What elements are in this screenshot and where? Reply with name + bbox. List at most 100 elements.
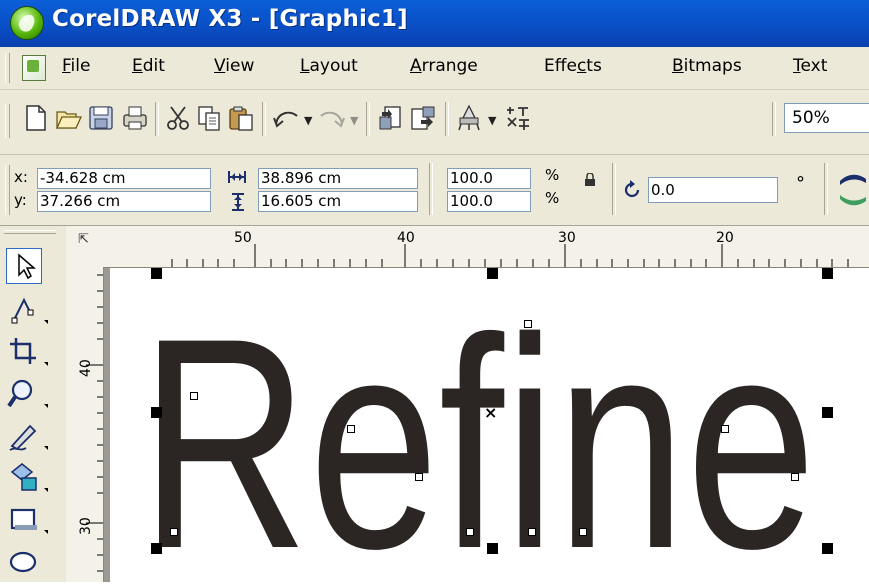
- menu-layout[interactable]: Layout: [300, 56, 358, 76]
- paste-icon[interactable]: [227, 104, 255, 132]
- menu-edit[interactable]: Edit: [132, 56, 165, 76]
- vertical-ruler[interactable]: 40 30: [66, 267, 104, 582]
- flyout-arrow-icon[interactable]: [44, 404, 48, 408]
- character-node[interactable]: [415, 473, 423, 481]
- import-icon[interactable]: [376, 104, 404, 132]
- shape-tool-icon[interactable]: [6, 292, 42, 328]
- flyout-arrow-icon[interactable]: [44, 320, 48, 324]
- smart-fill-tool-icon[interactable]: [6, 460, 42, 496]
- redo-icon[interactable]: [318, 104, 346, 132]
- flyout-arrow-icon[interactable]: [44, 488, 48, 492]
- print-icon[interactable]: [121, 104, 149, 132]
- height-field[interactable]: 16.605 cm: [258, 191, 418, 212]
- degree-symbol: °: [796, 173, 805, 194]
- scale-y-percent: %: [545, 189, 560, 207]
- window-title: CorelDRAW X3 - [Graphic1]: [52, 6, 408, 32]
- redo-dropdown-icon[interactable]: ▼: [350, 114, 358, 127]
- scale-x-field[interactable]: 100.0: [447, 168, 531, 189]
- zoom-level-select[interactable]: 50%: [784, 103, 869, 133]
- property-bar: x: -34.628 cm y: 37.266 cm 38.896 cm 16.…: [0, 155, 869, 226]
- menu-arrange[interactable]: Arrange: [410, 56, 478, 76]
- character-node[interactable]: [524, 320, 532, 328]
- menu-effects[interactable]: Effects: [544, 56, 602, 76]
- crop-tool-icon[interactable]: [6, 334, 42, 370]
- ruler-origin-icon[interactable]: ⇱: [78, 232, 89, 247]
- x-position-field[interactable]: -34.628 cm: [37, 168, 211, 189]
- new-icon[interactable]: [22, 104, 50, 132]
- character-node[interactable]: [466, 528, 474, 536]
- workspace: ⇱ 50 40 30 20 40 30 Refine ×: [0, 226, 869, 582]
- character-node[interactable]: [791, 473, 799, 481]
- rotation-icon: [621, 179, 643, 201]
- y-position-field[interactable]: 37.266 cm: [37, 191, 211, 212]
- scale-x-percent: %: [545, 166, 560, 184]
- propbar-grip[interactable]: [5, 165, 10, 215]
- launcher-dropdown-icon[interactable]: ▼: [488, 114, 496, 127]
- menu-file[interactable]: File: [62, 56, 90, 76]
- welcome-screen-icon[interactable]: [504, 104, 532, 132]
- character-node[interactable]: [528, 528, 536, 536]
- ruler-label: 40: [397, 230, 415, 246]
- selection-handle-top-left[interactable]: [151, 268, 162, 279]
- ruler-label: 30: [78, 517, 94, 535]
- toolbar-separator: [772, 102, 776, 136]
- selection-handle-bottom[interactable]: [487, 543, 498, 554]
- menu-view[interactable]: View: [214, 56, 254, 76]
- copy-icon[interactable]: [195, 104, 223, 132]
- character-node[interactable]: [190, 392, 198, 400]
- toolbox-grip[interactable]: [4, 230, 56, 234]
- propbar-separator: [612, 163, 616, 215]
- standard-toolbar: ▼ ▼ ▼ 50%: [0, 90, 869, 155]
- coreldraw-logo-icon[interactable]: [10, 6, 44, 40]
- rectangle-tool-icon[interactable]: [6, 502, 42, 538]
- rotation-angle-field[interactable]: 0.0: [648, 177, 778, 203]
- export-icon[interactable]: [409, 104, 437, 132]
- ellipse-tool-icon[interactable]: [6, 544, 42, 580]
- character-node[interactable]: [579, 528, 587, 536]
- flyout-arrow-icon[interactable]: [44, 530, 48, 534]
- flyout-arrow-icon[interactable]: [44, 362, 48, 366]
- toolbar-separator: [262, 102, 266, 136]
- character-node[interactable]: [170, 528, 178, 536]
- selection-handle-left[interactable]: [151, 407, 162, 418]
- toolbar-separator: [155, 102, 159, 136]
- drawing-canvas[interactable]: Refine ×: [104, 268, 869, 582]
- title-bar: CorelDRAW X3 - [Graphic1]: [0, 0, 869, 47]
- flyout-arrow-icon[interactable]: [44, 446, 48, 450]
- selection-handle-bottom-right[interactable]: [822, 543, 833, 554]
- horizontal-ruler[interactable]: ⇱ 50 40 30 20: [66, 226, 869, 268]
- save-icon[interactable]: [87, 104, 115, 132]
- character-node[interactable]: [347, 425, 355, 433]
- width-icon: [227, 169, 247, 185]
- selection-handle-bottom-left[interactable]: [151, 543, 162, 554]
- character-node[interactable]: [721, 425, 729, 433]
- y-label: y:: [14, 191, 27, 209]
- menubar-grip[interactable]: [5, 53, 10, 83]
- menu-bar: File Edit View Layout Arrange Effects Bi…: [0, 47, 869, 90]
- toolbox: [0, 226, 67, 582]
- menu-text[interactable]: Text: [793, 56, 827, 76]
- rotation-center-icon[interactable]: ×: [484, 403, 497, 422]
- menu-bitmaps[interactable]: Bitmaps: [672, 56, 742, 76]
- undo-dropdown-icon[interactable]: ▼: [304, 114, 312, 127]
- selection-handle-top-right[interactable]: [822, 268, 833, 279]
- application-launcher-icon[interactable]: [455, 104, 483, 132]
- open-icon[interactable]: [54, 104, 83, 132]
- ruler-label: 40: [78, 359, 94, 377]
- toolbar-separator: [366, 102, 370, 136]
- cut-icon[interactable]: [164, 104, 192, 132]
- selection-handle-top[interactable]: [487, 268, 498, 279]
- freehand-tool-icon[interactable]: [6, 418, 42, 454]
- width-field[interactable]: 38.896 cm: [258, 168, 418, 189]
- undo-icon[interactable]: [272, 104, 300, 132]
- document-menu-icon[interactable]: [22, 55, 46, 81]
- pick-tool-icon[interactable]: [6, 248, 42, 284]
- propbar-separator: [824, 163, 828, 215]
- selection-handle-right[interactable]: [822, 407, 833, 418]
- scale-y-field[interactable]: 100.0: [447, 191, 531, 212]
- zoom-tool-icon[interactable]: [6, 376, 42, 412]
- ruler-label: 30: [558, 230, 576, 246]
- lock-ratio-icon[interactable]: [583, 172, 597, 186]
- toolbar-grip[interactable]: [5, 104, 10, 138]
- mirror-icon[interactable]: [836, 169, 866, 209]
